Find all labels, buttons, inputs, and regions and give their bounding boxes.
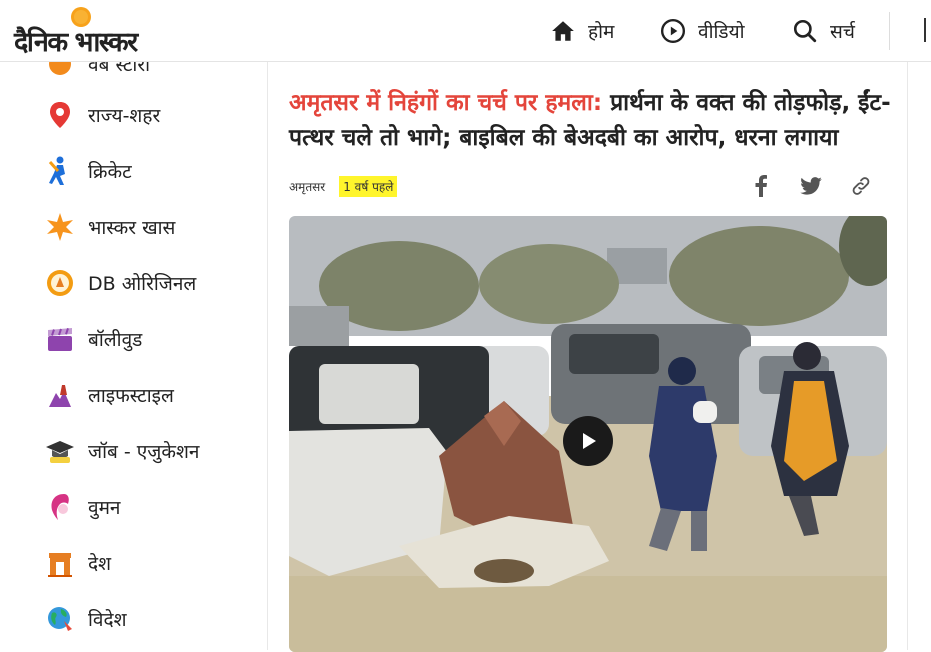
sidebar-item-bollywood[interactable]: बॉलीवुड bbox=[44, 319, 142, 359]
sidebar-item-web-story[interactable]: वेब स्टोरी bbox=[44, 62, 150, 84]
sidebar-item-label: देश bbox=[88, 553, 112, 575]
nav-divider bbox=[889, 12, 890, 50]
sidebar-item-videsh[interactable]: विदेश bbox=[44, 599, 127, 639]
sidebar-item-rajya-shahar[interactable]: राज्य-शहर bbox=[44, 95, 160, 135]
search-icon bbox=[793, 19, 817, 43]
sidebar-item-bhaskar-khas[interactable]: भास्कर खास bbox=[44, 207, 175, 247]
globe-icon bbox=[44, 603, 76, 635]
sidebar-item-lifestyle[interactable]: लाइफस्टाइल bbox=[44, 375, 174, 415]
share-twitter[interactable] bbox=[797, 172, 825, 200]
share-copy-link[interactable] bbox=[847, 172, 875, 200]
sidebar-item-desh[interactable]: देश bbox=[44, 543, 111, 583]
share-facebook[interactable] bbox=[747, 172, 775, 200]
twitter-icon bbox=[800, 177, 822, 195]
sidebar-item-label: DB ओरिजिनल bbox=[88, 273, 197, 295]
sidebar-item-label: वेब स्टोरी bbox=[88, 62, 151, 76]
nav-home[interactable]: होम bbox=[550, 14, 614, 48]
star-burst-icon bbox=[44, 211, 76, 243]
sidebar-item-label: क्रिकेट bbox=[88, 161, 132, 183]
sidebar-item-label: वुमन bbox=[88, 497, 121, 519]
sidebar-item-label: बॉलीवुड bbox=[88, 329, 143, 351]
dainik-bhaskar-logo[interactable]: दैनिक भास्कर bbox=[14, 6, 156, 58]
sidebar-item-db-original[interactable]: DB ओरिजिनल bbox=[44, 263, 196, 303]
location-pin-icon bbox=[44, 99, 76, 131]
cricket-player-icon bbox=[44, 155, 76, 187]
nav-video[interactable]: वीडियो bbox=[660, 14, 745, 48]
sidebar-item-label: लाइफस्टाइल bbox=[88, 385, 174, 407]
play-button[interactable] bbox=[563, 416, 613, 466]
clapperboard-icon bbox=[44, 323, 76, 355]
nav-video-label: वीडियो bbox=[698, 21, 745, 43]
play-icon bbox=[583, 433, 596, 449]
home-icon bbox=[552, 21, 574, 41]
sidebar-item-label: जॉब - एजुकेशन bbox=[88, 441, 200, 463]
headline-highlight: अमृतसर में निहंगों का चर्च पर हमला: bbox=[289, 90, 603, 116]
web-story-icon bbox=[44, 62, 76, 80]
lifestyle-icon bbox=[44, 379, 76, 411]
nav-search-label: सर्च bbox=[830, 21, 855, 43]
sidebar-item-cricket[interactable]: क्रिकेट bbox=[44, 151, 132, 191]
sidebar: वेब स्टोरी राज्य-शहर क्रिकेट भास्कर खास … bbox=[0, 62, 268, 650]
nav-home-label: होम bbox=[588, 21, 615, 43]
top-header: दैनिक भास्कर होम वीडियो सर्च bbox=[0, 0, 931, 62]
link-icon bbox=[852, 177, 870, 195]
graduation-cap-icon bbox=[44, 435, 76, 467]
db-original-icon bbox=[44, 267, 76, 299]
india-gate-icon bbox=[44, 547, 76, 579]
article-main: अमृतसर में निहंगों का चर्च पर हमला: प्रा… bbox=[269, 62, 907, 652]
menu-icon[interactable] bbox=[924, 18, 931, 42]
nav-search[interactable]: सर्च bbox=[792, 14, 855, 48]
woman-icon bbox=[44, 491, 76, 523]
content-right-border bbox=[907, 62, 908, 650]
article-meta: अमृतसर 1 वर्ष पहले bbox=[289, 176, 398, 197]
sidebar-item-woman[interactable]: वुमन bbox=[44, 487, 120, 527]
article-time: 1 वर्ष पहले bbox=[339, 176, 398, 197]
facebook-icon bbox=[755, 175, 767, 197]
play-circle-icon bbox=[660, 18, 686, 44]
article-location[interactable]: अमृतसर bbox=[289, 178, 325, 195]
logo-text: दैनिक भास्कर bbox=[14, 27, 138, 58]
sidebar-item-label: भास्कर खास bbox=[88, 217, 176, 239]
sidebar-item-label: विदेश bbox=[88, 609, 127, 631]
article-headline[interactable]: अमृतसर में निहंगों का चर्च पर हमला: प्रा… bbox=[289, 86, 891, 156]
sidebar-item-label: राज्य-शहर bbox=[88, 105, 161, 127]
sidebar-item-job-education[interactable]: जॉब - एजुकेशन bbox=[44, 431, 199, 471]
article-video[interactable] bbox=[289, 216, 887, 652]
